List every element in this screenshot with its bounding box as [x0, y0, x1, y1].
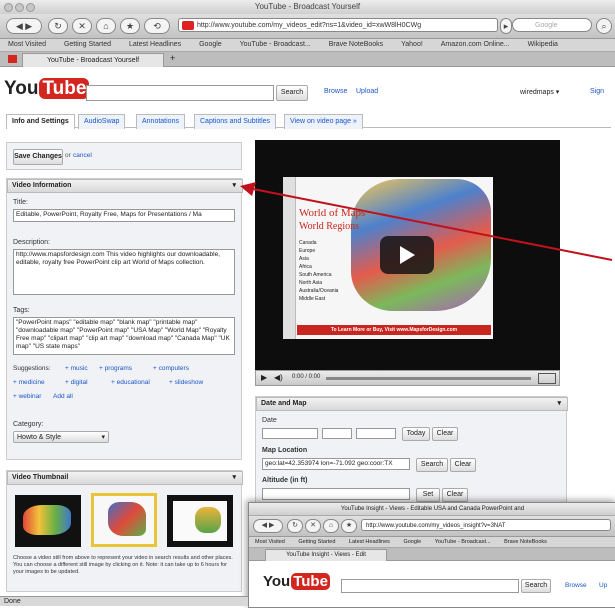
- stop-icon[interactable]: ✕: [305, 519, 321, 533]
- youtube-logo[interactable]: You Tube: [263, 573, 330, 590]
- bookmark-item[interactable]: Brave NoteBooks: [504, 539, 547, 545]
- upload-link[interactable]: Up: [599, 582, 607, 589]
- home-icon[interactable]: ⌂: [323, 519, 339, 533]
- bookmark-item[interactable]: Google: [403, 539, 421, 545]
- browse-link[interactable]: Browse: [565, 582, 587, 589]
- back-forward-button[interactable]: ◀ ▶: [253, 519, 283, 533]
- bookmark-item[interactable]: YouTube - Broadcast...: [435, 539, 491, 545]
- bookmark-item[interactable]: Most Visited: [255, 539, 285, 545]
- browser-tab[interactable]: YouTube Insight - Views - Edit: [265, 549, 387, 561]
- overlay-tab-strip: YouTube Insight - Views - Edit: [249, 548, 615, 561]
- arrow-line: [247, 187, 613, 261]
- overlay-toolbar: ◀ ▶ ↻ ✕ ⌂ ★ http://www.youtube.com/my_vi…: [249, 516, 615, 537]
- bookmark-item[interactable]: Latest Headlines: [349, 539, 390, 545]
- status-bar: Done: [0, 596, 248, 606]
- bookmark-item[interactable]: Getting Started: [298, 539, 335, 545]
- overlay-bookmarks-bar: Most Visited Getting Started Latest Head…: [249, 537, 615, 548]
- overlay-title-bar: YouTube Insight - Views - Editable USA a…: [249, 503, 615, 516]
- arrow-head-icon: [240, 182, 256, 196]
- youtube-search-input[interactable]: [341, 579, 519, 593]
- reload-icon[interactable]: ↻: [287, 519, 303, 533]
- bookmark-icon[interactable]: ★: [341, 519, 357, 533]
- youtube-search-button[interactable]: Search: [521, 579, 551, 593]
- overlay-browser-window[interactable]: YouTube Insight - Views - Editable USA a…: [248, 502, 615, 608]
- overlay-url-bar[interactable]: http://www.youtube.com/my_videos_insight…: [361, 519, 611, 531]
